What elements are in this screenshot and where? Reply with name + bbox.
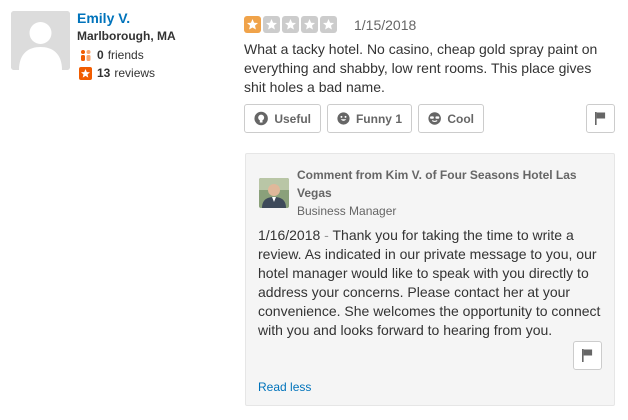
smiley-icon: [337, 112, 350, 125]
owner-avatar[interactable]: [259, 178, 289, 208]
owner-photo-icon: [259, 178, 289, 208]
owner-comment-heading: Comment from Kim V. of Four Seasons Hote…: [297, 168, 577, 200]
user-name-link[interactable]: Emily V.: [77, 10, 130, 26]
star-badge-icon: [79, 66, 92, 80]
reviews-stat: 13 reviews: [79, 66, 155, 80]
star-empty-icon: [282, 16, 299, 33]
star-filled-icon: [244, 16, 261, 33]
reviews-label: reviews: [114, 66, 156, 80]
funny-button[interactable]: Funny 1: [327, 104, 412, 133]
review-date: 1/15/2018: [354, 17, 417, 33]
useful-button[interactable]: Useful: [244, 104, 321, 133]
friends-label: friends: [107, 48, 144, 62]
friends-stat: 0 friends: [79, 48, 144, 62]
star-empty-icon: [301, 16, 318, 33]
owner-comment-box: Comment from Kim V. of Four Seasons Hote…: [245, 153, 615, 406]
funny-count: 1: [395, 111, 402, 126]
friends-count: 0: [97, 48, 104, 62]
flag-icon: [582, 349, 593, 362]
friends-icon: [79, 49, 92, 62]
star-empty-icon: [263, 16, 280, 33]
cool-button[interactable]: Cool: [418, 104, 484, 133]
owner-comment-text: Thank you for taking the time to write a…: [258, 227, 601, 338]
flag-comment-button[interactable]: [573, 341, 602, 370]
lightbulb-icon: [254, 111, 268, 126]
user-location: Marlborough, MA: [77, 29, 176, 43]
flag-review-button[interactable]: [586, 104, 615, 133]
star-rating: [244, 16, 339, 33]
funny-label: Funny: [355, 111, 392, 126]
sunglasses-icon: [428, 112, 441, 125]
owner-comment-body: 1/16/2018 - Thank you for taking the tim…: [258, 226, 604, 340]
flag-icon: [595, 112, 606, 125]
useful-label: Useful: [274, 111, 311, 126]
owner-comment-separator: -: [320, 227, 333, 243]
user-avatar[interactable]: [11, 11, 70, 70]
review-text: What a tacky hotel. No casino, cheap gol…: [244, 41, 598, 95]
read-less-link[interactable]: Read less: [258, 380, 311, 394]
default-avatar-icon: [11, 11, 70, 70]
owner-comment-date: 1/16/2018: [258, 227, 321, 243]
cool-label: Cool: [447, 111, 474, 126]
reviews-count: 13: [97, 66, 111, 80]
star-empty-icon: [320, 16, 337, 33]
owner-role: Business Manager: [297, 204, 397, 218]
